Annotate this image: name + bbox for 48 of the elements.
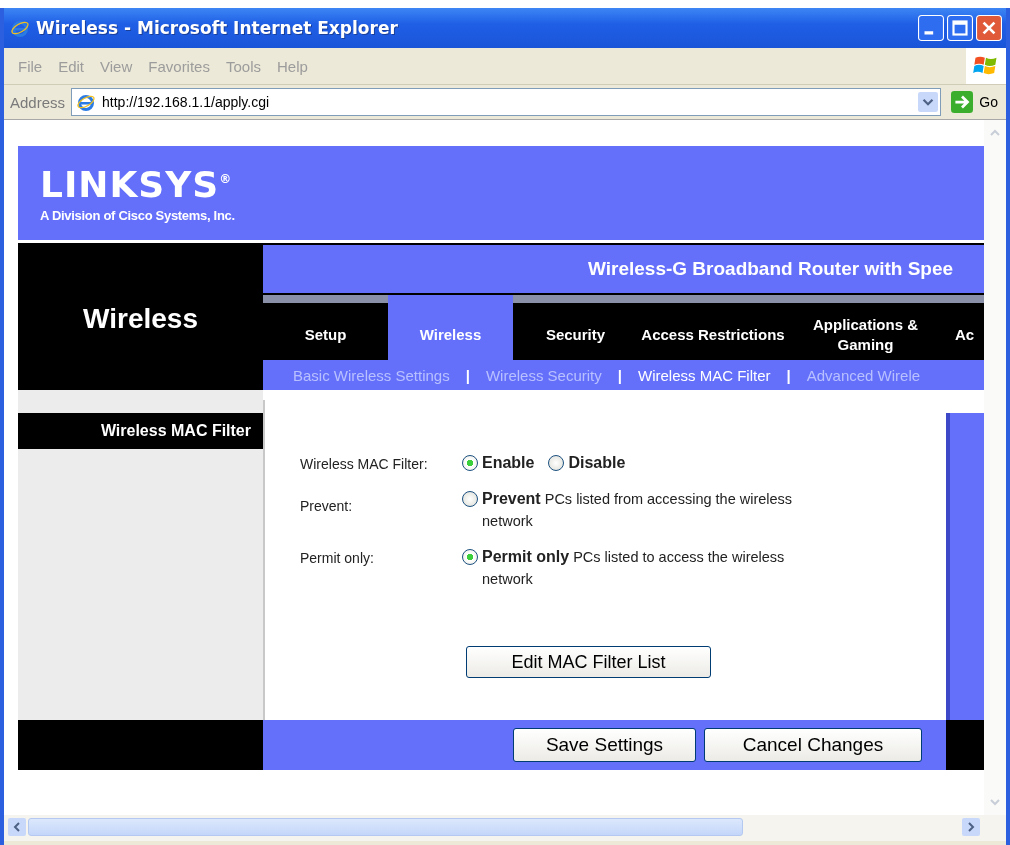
go-button[interactable]: Go xyxy=(947,91,1002,113)
subnav-link[interactable]: Basic Wireless Settings xyxy=(293,366,450,384)
logo-tagline: A Division of Cisco Systems, Inc. xyxy=(40,208,235,223)
scroll-right-button[interactable] xyxy=(962,818,980,836)
flag-icon xyxy=(966,48,1006,84)
scroll-left-button[interactable] xyxy=(8,818,26,836)
option-label: Permit only PCs listed to access the wireless network xyxy=(482,547,786,589)
option-label: Enable xyxy=(482,453,535,473)
radio-button[interactable] xyxy=(462,455,478,471)
menu-item[interactable]: File xyxy=(12,57,53,75)
option-label: Disable xyxy=(568,453,626,473)
menu-item[interactable]: View xyxy=(94,57,143,75)
window-title: Wireless - Microsoft Internet Explorer xyxy=(36,18,399,38)
save-button[interactable]: Save Settings xyxy=(513,728,696,762)
subnav-link[interactable]: Advanced Wirele xyxy=(806,366,921,384)
radio-button[interactable] xyxy=(462,491,478,507)
logo: LINKSYS$^{®}$ xyxy=(40,166,233,204)
separator: | xyxy=(786,366,791,384)
radio-button[interactable] xyxy=(548,455,565,471)
sidebar-heading: Wireless MAC Filter xyxy=(18,413,263,449)
section-title: Wireless xyxy=(83,303,198,335)
subnav-link[interactable]: Wireless MAC Filter xyxy=(638,366,771,384)
separator: | xyxy=(465,366,470,384)
browser-icon xyxy=(10,18,30,38)
dropdown-button[interactable] xyxy=(918,92,939,112)
maximize-button[interactable] xyxy=(947,15,973,41)
menu-item[interactable]: Edit xyxy=(52,57,95,75)
menu-item[interactable]: Help xyxy=(271,57,318,75)
menu-item[interactable]: Favorites xyxy=(142,57,220,75)
field-label: Prevent: xyxy=(300,497,354,514)
edit-list-button[interactable]: Edit MAC Filter List xyxy=(466,646,711,678)
option-label: Prevent PCs listed from accessing the wireless network xyxy=(482,489,794,531)
cancel-button[interactable]: Cancel Changes xyxy=(704,728,922,762)
close-button[interactable] xyxy=(976,15,1002,41)
scroll-thumb[interactable] xyxy=(28,818,743,836)
field-label: Permit only: xyxy=(300,549,375,566)
browser-icon xyxy=(76,92,97,112)
separator: | xyxy=(617,366,622,384)
horizontal-scrollbar[interactable] xyxy=(4,815,1006,841)
address-label: Address xyxy=(10,93,66,111)
nav-tab[interactable]: Wireless xyxy=(388,295,513,360)
field-label: Wireless MAC Filter: xyxy=(300,455,429,472)
product-name: Wireless-G Broadband Router with Spee xyxy=(588,258,954,280)
subnav-link[interactable]: Wireless Security xyxy=(485,366,602,384)
address-field[interactable]: http://192.168.1.1/apply.cgi xyxy=(71,88,942,116)
minimize-button[interactable] xyxy=(918,15,944,41)
radio-button[interactable] xyxy=(462,549,478,565)
menu-item[interactable]: Tools xyxy=(219,57,271,75)
